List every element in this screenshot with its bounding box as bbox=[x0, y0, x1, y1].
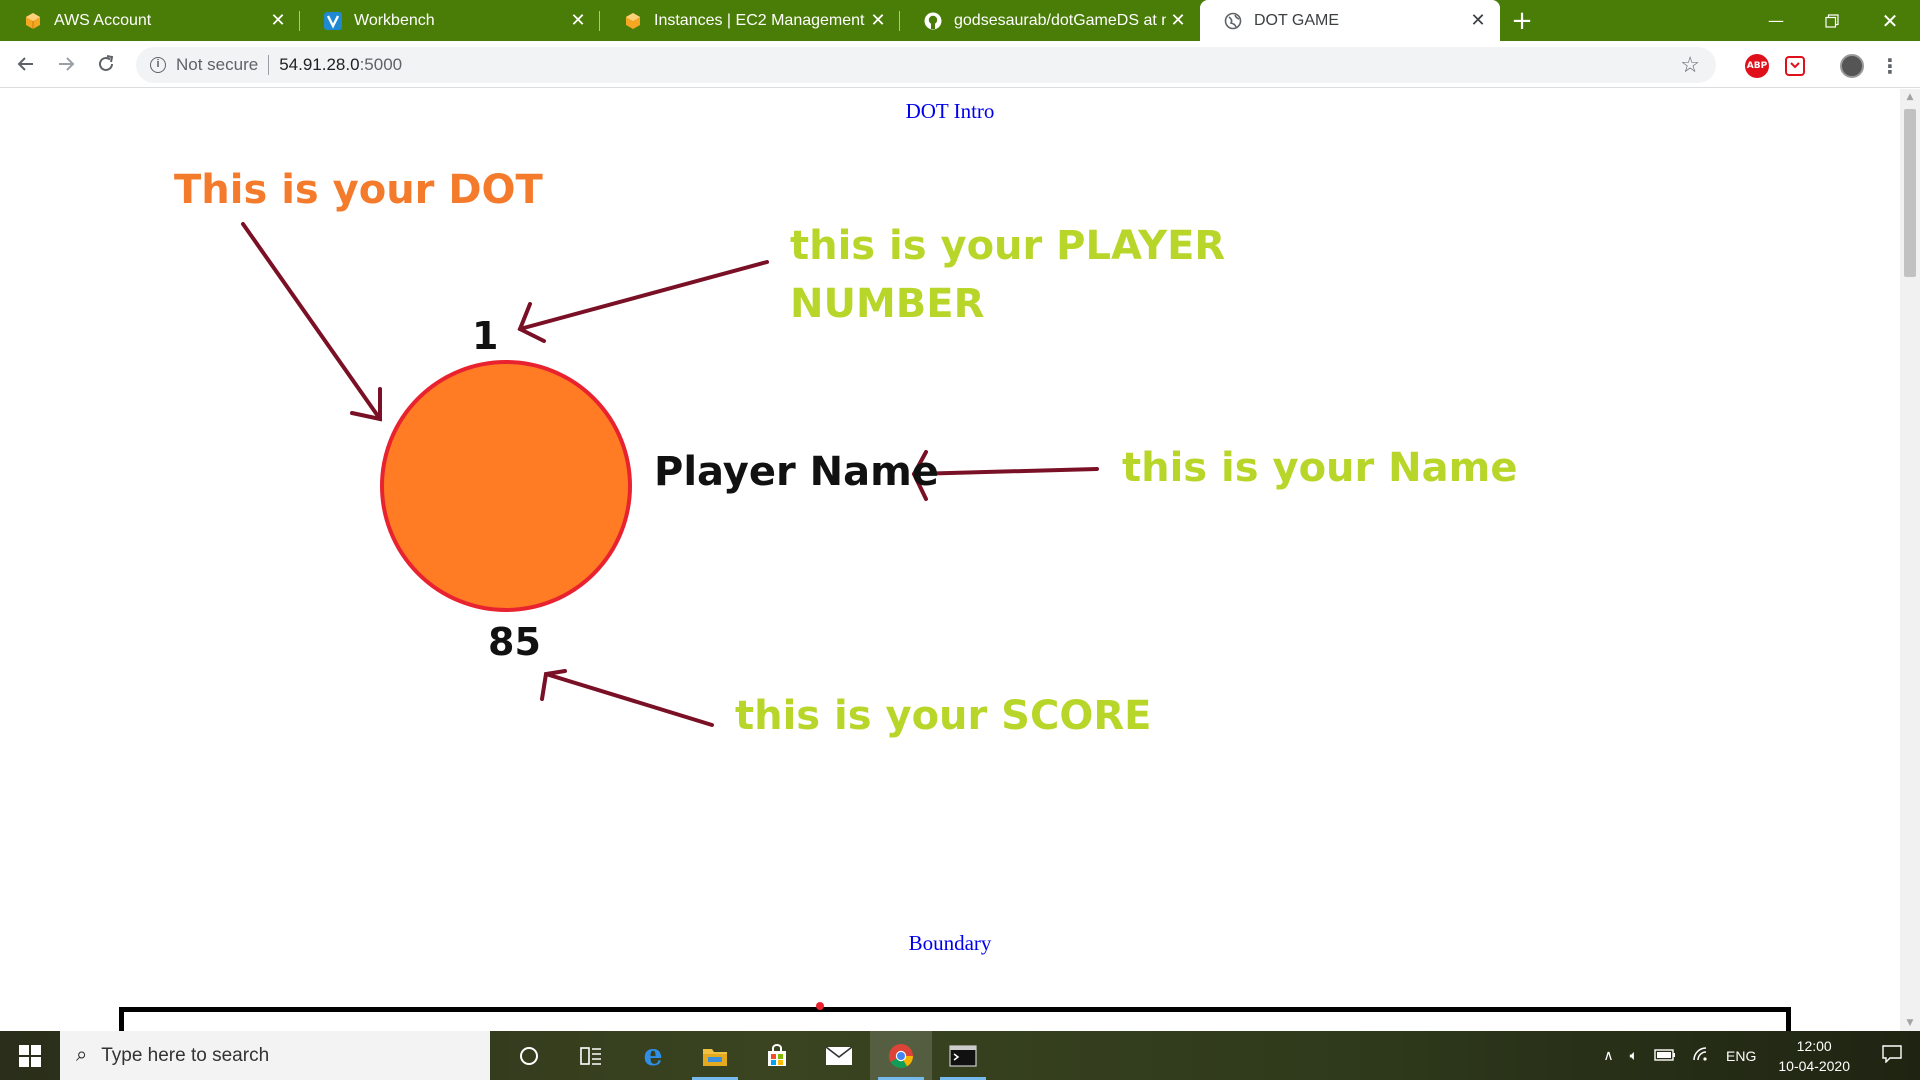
scroll-down-icon[interactable]: ▼ bbox=[1900, 1015, 1920, 1031]
forward-arrow-icon[interactable] bbox=[46, 44, 86, 84]
url-host: 54.91.28.0 bbox=[279, 55, 360, 74]
enemy-dot bbox=[816, 1002, 824, 1010]
back-arrow-icon[interactable] bbox=[6, 44, 46, 84]
windows-taskbar: ⌕ Type here to search e ∧ 🔈︎ ENG 12:00 1… bbox=[0, 1031, 1920, 1080]
game-boundary-canvas[interactable] bbox=[119, 1002, 1791, 1031]
language-indicator[interactable]: ENG bbox=[1718, 1048, 1764, 1064]
system-tray: ∧ 🔈︎ ENG 12:00 10-04-2020 bbox=[1595, 1031, 1920, 1080]
scroll-up-icon[interactable]: ▲ bbox=[1900, 89, 1920, 105]
windows-start-icon[interactable] bbox=[0, 1031, 60, 1080]
clock[interactable]: 12:00 10-04-2020 bbox=[1764, 1036, 1864, 1076]
page-scrollbar[interactable]: ▲ ▼ bbox=[1900, 89, 1920, 1031]
player-name-label: Player Name bbox=[654, 449, 939, 495]
wifi-icon[interactable] bbox=[1684, 1046, 1718, 1065]
chevron-up-icon[interactable]: ∧ bbox=[1595, 1047, 1621, 1064]
menu-kebab-icon[interactable]: ⋮ bbox=[1880, 54, 1900, 78]
v-logo-icon bbox=[324, 11, 342, 30]
task-view-icon[interactable] bbox=[560, 1031, 622, 1080]
close-tab-icon[interactable]: ✕ bbox=[266, 9, 290, 33]
tab-title: DOT GAME bbox=[1254, 11, 1340, 29]
search-icon: ⌕ bbox=[76, 1044, 88, 1066]
tab-title: Workbench bbox=[354, 11, 435, 29]
close-tab-icon[interactable]: ✕ bbox=[866, 9, 890, 33]
profile-avatar-icon[interactable] bbox=[1840, 54, 1864, 78]
restore-icon[interactable] bbox=[1804, 0, 1860, 41]
new-tab-button[interactable]: + bbox=[1500, 0, 1544, 41]
globe-icon bbox=[1224, 12, 1242, 30]
speaker-icon[interactable]: 🔈︎ bbox=[1622, 1047, 1646, 1064]
name-arrow-icon bbox=[911, 450, 1099, 501]
player-number-annotation-line2: NUMBER bbox=[790, 281, 985, 327]
address-divider bbox=[268, 55, 270, 75]
clock-date: 10-04-2020 bbox=[1778, 1057, 1850, 1074]
tab-title: godsesaurab/dotGameDS at new bbox=[954, 11, 1166, 29]
score-annotation-label: this is your SCORE bbox=[735, 693, 1152, 739]
browser-toolbar: i Not secure 54.91.28.0:5000 ☆ bbox=[0, 41, 1920, 88]
tab-workbench[interactable]: Workbench ✕ bbox=[300, 0, 600, 41]
battery-icon[interactable] bbox=[1646, 1048, 1684, 1064]
notifications-icon[interactable] bbox=[1864, 1045, 1920, 1066]
tab-title: Instances | EC2 Management Cor bbox=[654, 11, 866, 29]
name-annotation-label: this is your Name bbox=[1122, 445, 1518, 491]
clock-time: 12:00 bbox=[1796, 1037, 1832, 1054]
close-tab-icon[interactable]: ✕ bbox=[566, 9, 590, 33]
dot-annotation-label: This is your DOT bbox=[174, 167, 543, 213]
boundary-heading: Boundary bbox=[908, 931, 992, 955]
tab-aws-account[interactable]: AWS Account ✕ bbox=[0, 0, 300, 41]
player-number-arrow-icon bbox=[517, 260, 769, 343]
player-number-annotation-line1: this is your PLAYER bbox=[790, 223, 1226, 269]
minimize-icon[interactable]: — bbox=[1748, 0, 1804, 41]
tab-github[interactable]: godsesaurab/dotGameDS at new ✕ bbox=[900, 0, 1200, 41]
terminal-icon[interactable] bbox=[932, 1031, 994, 1080]
tab-ec2-instances[interactable]: Instances | EC2 Management Cor ✕ bbox=[600, 0, 900, 41]
bookmark-star-icon[interactable]: ☆ bbox=[1680, 52, 1700, 78]
tab-dot-game[interactable]: DOT GAME ✕ bbox=[1200, 0, 1500, 41]
url-port: :5000 bbox=[359, 55, 403, 74]
score-arrow-icon bbox=[540, 669, 714, 727]
taskbar-search-box[interactable]: ⌕ Type here to search bbox=[60, 1031, 490, 1080]
dot-intro-illustration: This is your DOT this is your PLAYER NUM… bbox=[0, 89, 1900, 809]
aws-cube-icon bbox=[24, 12, 42, 30]
player-dot bbox=[380, 360, 632, 612]
pocket-icon[interactable] bbox=[1785, 56, 1805, 76]
player-number: 1 bbox=[472, 314, 499, 358]
info-icon[interactable]: i bbox=[150, 57, 166, 73]
close-window-icon[interactable]: ✕ bbox=[1862, 0, 1918, 41]
close-tab-icon[interactable]: ✕ bbox=[1466, 9, 1490, 33]
security-label[interactable]: Not secure bbox=[176, 55, 258, 75]
cortana-icon[interactable] bbox=[498, 1031, 560, 1080]
browser-tab-strip: AWS Account ✕ Workbench ✕ Instances | EC… bbox=[0, 0, 1920, 41]
address-bar[interactable]: i Not secure 54.91.28.0:5000 ☆ bbox=[136, 47, 1716, 83]
store-icon[interactable] bbox=[746, 1031, 808, 1080]
scroll-thumb[interactable] bbox=[1904, 109, 1916, 277]
reload-icon[interactable] bbox=[86, 44, 126, 84]
taskbar-search-placeholder: Type here to search bbox=[101, 1044, 270, 1066]
chrome-icon[interactable] bbox=[870, 1031, 932, 1080]
edge-icon[interactable]: e bbox=[622, 1031, 684, 1080]
dot-arrow-icon bbox=[241, 222, 382, 422]
tab-title: AWS Account bbox=[54, 11, 152, 29]
page-content: DOT Intro This is your DOT this is your … bbox=[0, 89, 1900, 1031]
aws-cube-icon bbox=[624, 12, 642, 30]
close-tab-icon[interactable]: ✕ bbox=[1166, 9, 1190, 33]
player-score: 85 bbox=[488, 620, 541, 664]
file-explorer-icon[interactable] bbox=[684, 1031, 746, 1080]
adblock-icon[interactable]: ABP bbox=[1745, 54, 1769, 78]
mail-icon[interactable] bbox=[808, 1031, 870, 1080]
github-icon bbox=[924, 12, 942, 30]
